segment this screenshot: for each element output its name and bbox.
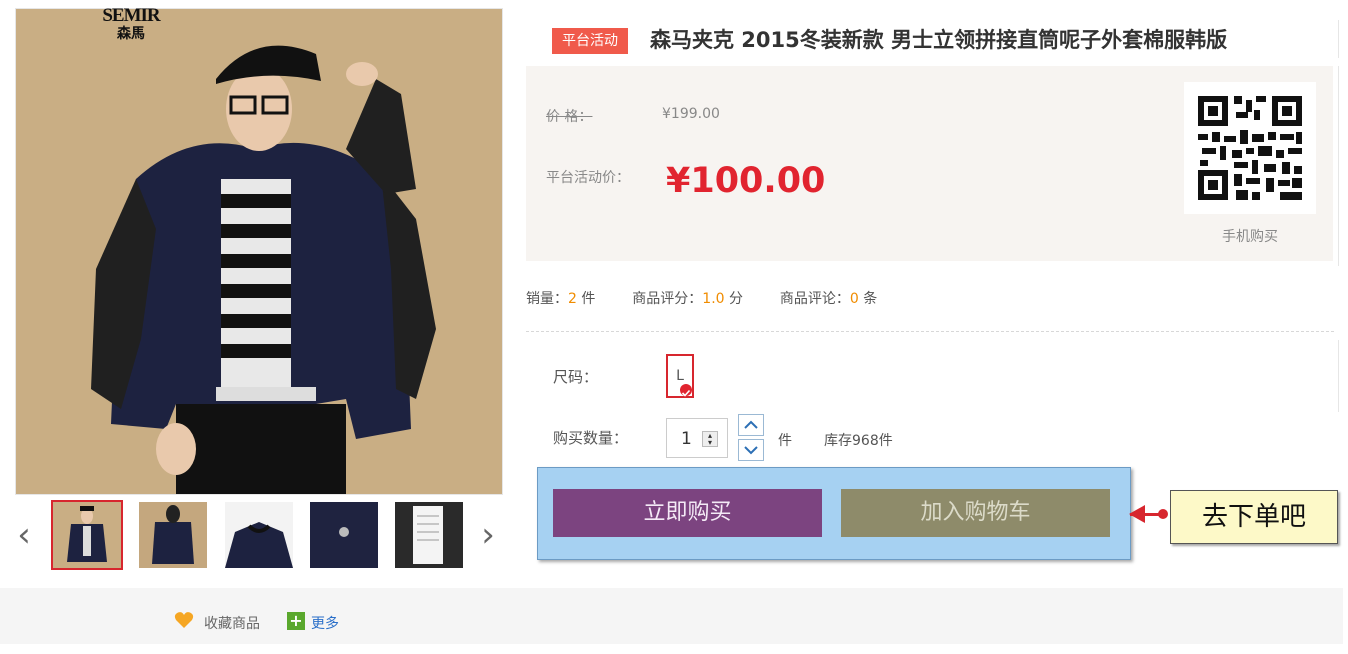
brand-logo-en: SEMIR (102, 5, 160, 26)
arrow-left-icon (1129, 505, 1145, 523)
sales-value: 2 (568, 291, 577, 307)
brand-logo-zh: 森馬 (117, 26, 145, 42)
quantity-decrease-button[interactable] (738, 439, 764, 461)
chevron-left-icon: ‹ (17, 515, 31, 555)
heart-icon[interactable] (174, 610, 194, 630)
original-price-label: 价 格： (546, 109, 593, 125)
right-border (1338, 340, 1339, 412)
thumbnail-image (310, 502, 378, 568)
promo-tag: 平台活动 (552, 28, 628, 54)
right-border (1338, 20, 1339, 58)
quantity-label: 购买数量： (553, 429, 629, 447)
quantity-unit: 件 (778, 433, 792, 449)
thumbnail-image (139, 502, 207, 568)
gallery-next-button[interactable]: › (476, 500, 500, 570)
stock-count: 库存968件 (824, 433, 893, 449)
rating-unit: 分 (729, 291, 743, 307)
model-photo (16, 9, 502, 494)
thumbnail-2[interactable] (139, 502, 207, 568)
rating-value: 1.0 (702, 291, 725, 307)
qr-code-icon (1184, 82, 1316, 214)
thumbnail-3[interactable] (225, 502, 293, 568)
spin-icon: ▴ ▾ (702, 431, 718, 447)
product-stats: 销量：2 件 商品评分：1.0 分 商品评论：0 条 (526, 288, 877, 308)
quantity-increase-button[interactable] (738, 414, 764, 436)
thumbnail-image (225, 502, 293, 568)
reviews-label: 商品评论： (779, 291, 850, 307)
gallery-prev-button[interactable]: ‹ (12, 500, 36, 570)
reviews-value: 0 (849, 291, 859, 307)
plus-icon[interactable]: + (287, 612, 305, 630)
thumbnail-image (53, 502, 121, 568)
product-main-image (15, 8, 503, 495)
favorites-bar (0, 588, 1343, 644)
callout-note: 去下单吧 (1170, 490, 1338, 544)
sales-unit: 件 (581, 291, 596, 307)
right-border (1338, 66, 1339, 266)
promo-price: ¥100.00 (666, 161, 826, 201)
rating-label: 商品评分： (632, 291, 703, 307)
chevron-right-icon: › (481, 515, 495, 555)
chevron-up-icon (744, 420, 758, 429)
sales-label: 销量： (526, 291, 568, 307)
original-price: ¥199.00 (662, 106, 720, 122)
thumbnail-5[interactable] (395, 502, 463, 568)
callout-dot (1158, 509, 1168, 519)
qr-code (1184, 82, 1316, 214)
collect-product-link[interactable]: 收藏商品 (204, 613, 260, 633)
product-title: 森马夹克 2015冬装新款 男士立领拼接直筒呢子外套棉服韩版 (650, 28, 1228, 52)
check-icon (680, 384, 692, 397)
reviews-unit: 条 (863, 291, 878, 307)
more-link[interactable]: 更多 (311, 613, 339, 633)
divider (526, 331, 1334, 332)
thumbnail-image (395, 502, 463, 568)
size-label: 尺码： (553, 368, 599, 386)
add-to-cart-button[interactable]: 加入购物车 (841, 489, 1110, 537)
promo-price-label: 平台活动价： (546, 170, 630, 186)
brand-logo: SEMIR 森馬 (88, 5, 174, 43)
thumbnail-4[interactable] (310, 502, 378, 568)
qr-caption: 手机购买 (1222, 229, 1278, 245)
thumbnail-1[interactable] (51, 500, 123, 570)
quantity-input[interactable]: 1 (666, 418, 728, 458)
chevron-down-icon (744, 446, 758, 455)
buy-now-button[interactable]: 立即购买 (553, 489, 822, 537)
